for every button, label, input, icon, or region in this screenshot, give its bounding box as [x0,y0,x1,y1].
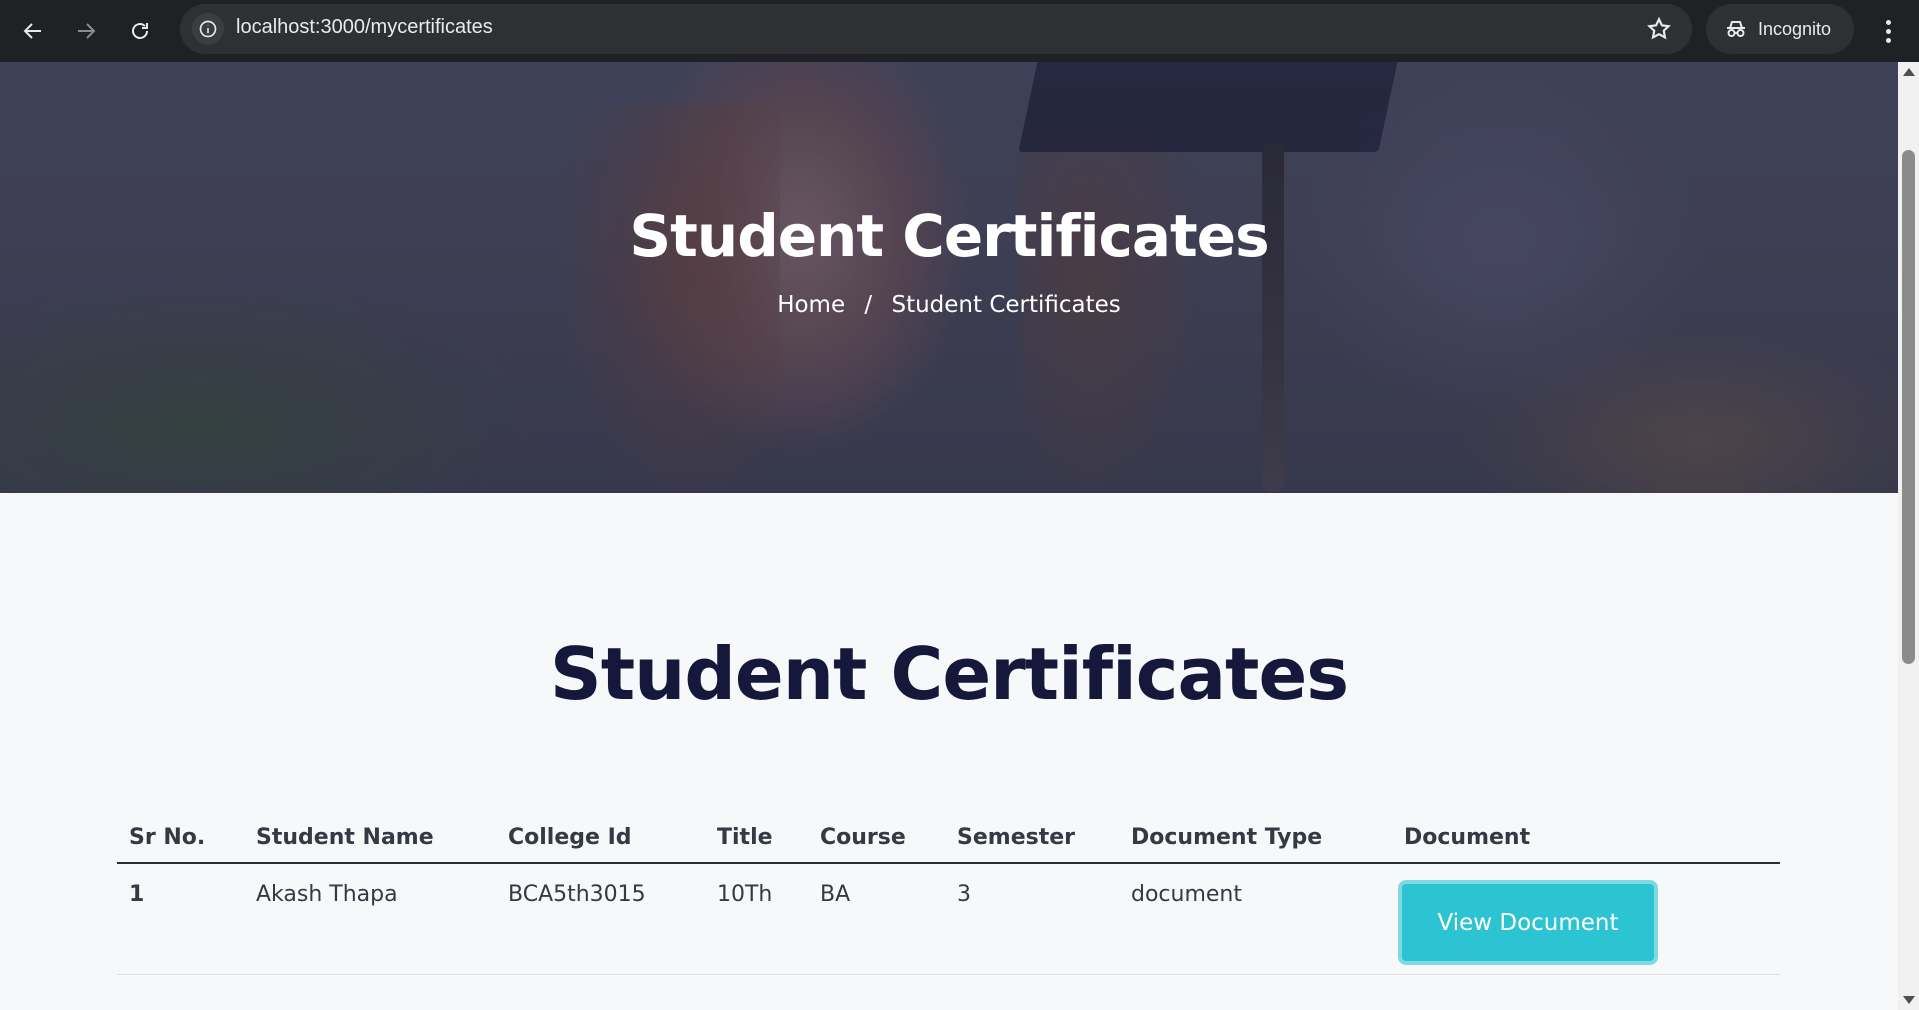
reload-button[interactable] [121,12,159,50]
bookmark-star-icon[interactable] [1646,16,1672,42]
back-button[interactable] [14,12,52,50]
column-header: Document Type [1119,807,1392,864]
breadcrumb-separator: / [864,292,873,318]
arrow-right-icon [78,23,96,39]
cell-college-id: BCA5th3015 [496,863,705,975]
table-row: 1 Akash Thapa BCA5th3015 10Th BA 3 docum… [117,863,1780,975]
address-bar[interactable]: localhost:3000/mycertificates [180,4,1692,54]
scroll-down-arrow-icon[interactable] [1903,996,1915,1004]
scrollbar-thumb[interactable] [1902,150,1915,664]
cell-title: 10Th [705,863,808,975]
arrow-left-icon [23,23,41,39]
hero-title: Student Certificates [629,202,1269,270]
column-header: Semester [945,807,1119,864]
forward-button[interactable] [67,12,105,50]
view-document-button[interactable]: View Document [1398,880,1658,965]
table-header-row: Sr No. Student Name College Id Title Cou… [117,807,1780,864]
site-info-icon[interactable] [192,13,224,45]
cell-document-type: document [1119,863,1392,975]
column-header: Course [808,807,945,864]
cell-sr-no: 1 [117,863,244,975]
hero-banner: Student Certificates Home / Student Cert… [0,62,1898,493]
cell-course: BA [808,863,945,975]
column-header: Title [705,807,808,864]
browser-toolbar: localhost:3000/mycertificates Incognito [0,0,1919,62]
incognito-icon [1727,21,1745,37]
breadcrumb-current: Student Certificates [891,292,1121,318]
column-header: Document [1392,807,1780,864]
reload-icon [132,23,148,39]
page-scrollbar[interactable] [1898,62,1919,1010]
breadcrumb: Home / Student Certificates [0,292,1898,318]
browser-menu-icon[interactable] [1876,12,1900,50]
incognito-label: Incognito [1758,18,1832,39]
scroll-up-arrow-icon[interactable] [1903,68,1915,76]
cell-student-name: Akash Thapa [244,863,496,975]
column-header: College Id [496,807,705,864]
page-title: Student Certificates [549,632,1349,716]
breadcrumb-home-link[interactable]: Home [777,292,845,318]
column-header: Student Name [244,807,496,864]
cell-semester: 3 [945,863,1119,975]
page-viewport: Student Certificates Home / Student Cert… [0,62,1898,1010]
certificates-table: Sr No. Student Name College Id Title Cou… [117,807,1780,975]
cell-document: View Document [1392,863,1780,975]
url-text[interactable]: localhost:3000/mycertificates [236,16,493,39]
incognito-indicator[interactable]: Incognito [1706,4,1854,54]
column-header: Sr No. [117,807,244,864]
